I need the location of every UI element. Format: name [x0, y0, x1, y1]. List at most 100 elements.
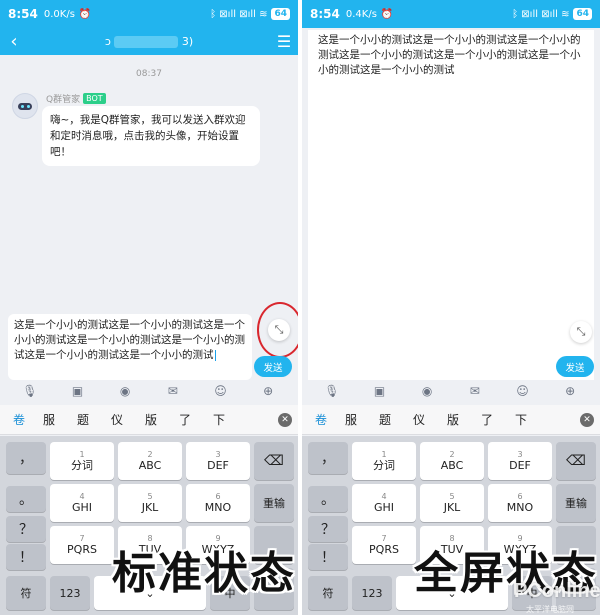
caption-standard: 标准状态 [112, 548, 296, 599]
status-speed: 0.0K/s [43, 8, 75, 20]
key-6[interactable]: 6 MNO [186, 484, 250, 522]
mic-icon[interactable]: 🎙 [21, 384, 39, 398]
bot-avatar[interactable] [12, 93, 38, 119]
key-5[interactable]: 5 JKL [420, 484, 484, 522]
key-comma[interactable]: ， [308, 442, 348, 474]
key-exclaim[interactable]: ！ [308, 544, 348, 570]
alarm-icon: ⏰ [380, 8, 394, 20]
reset-key[interactable]: 重输 [556, 484, 596, 522]
key-exclaim[interactable]: ！ [6, 544, 46, 570]
collapse-icon: ⤡ [576, 325, 586, 338]
number-key[interactable]: 123 [352, 576, 392, 610]
image-icon[interactable]: ▣ [68, 384, 86, 398]
emoji-icon[interactable]: ☺ [211, 384, 229, 398]
candidate-item[interactable]: 题 [66, 411, 100, 428]
watermark-subtitle: 太平洋电脑网 [526, 605, 574, 614]
sender-name: Q群管家 [46, 95, 81, 105]
candidate-first[interactable]: 卷 [308, 411, 334, 428]
camera-icon[interactable]: ◉ [116, 384, 134, 398]
send-button[interactable]: 发送 [254, 356, 292, 377]
message-bubble: 嗨~，我是Q群管家，我可以发送入群欢迎和定时消息哦，点击我的头像，开始设置吧！ [42, 106, 260, 166]
key-7[interactable]: 7 PQRS [50, 526, 114, 564]
comparison-screenshot: 8:54 0.0K/s ⏰ ᛒ ⊠ıll ⊠ıll ≋ 64 ‹ ɔ 3) ☰ … [0, 0, 600, 615]
key-3[interactable]: 3 DEF [186, 442, 250, 480]
back-icon[interactable]: ‹ [0, 31, 28, 52]
title-bar: ‹ ɔ 3) ☰ [0, 28, 298, 55]
candidate-item[interactable]: 仪 [100, 411, 134, 428]
chat-title: ɔ 3) [28, 35, 270, 48]
panel-fullscreen: 8:54 0.4K/s ⏰ ᛒ ⊠ıll ⊠ıll ≋ 64 这是一个小小的测试… [302, 0, 600, 615]
key-comma[interactable]: ， [6, 442, 46, 474]
close-icon[interactable]: ✕ [278, 412, 292, 427]
text-cursor [214, 349, 216, 361]
battery-icon: 64 [271, 8, 290, 20]
fullscreen-toggle-button[interactable]: ⤡ [268, 319, 290, 341]
input-area: 这是一个小小的测试这是一个小小的测试这是一个小小的测试这是一个小小的测试这是一个… [0, 310, 298, 380]
plus-icon[interactable]: ⊕ [259, 384, 277, 398]
message-input[interactable]: 这是一个小小的测试这是一个小小的测试这是一个小小的测试这是一个小小的测试这是一个… [8, 314, 252, 380]
input-toolbar: 🎙 ▣ ◉ ✉ ☺ ⊕ [0, 380, 298, 402]
collapse-toggle-button[interactable]: ⤡ [570, 321, 592, 343]
symbol-key[interactable]: 符 [308, 576, 348, 610]
key-question[interactable]: ？ [308, 516, 348, 542]
title-suffix: 3) [181, 35, 194, 48]
chat-area: 08:37 Q群管家 BOT 嗨~，我是Q群管家，我可以发送入群欢迎和定时消息哦… [0, 55, 298, 310]
title-prefix: ɔ [104, 35, 111, 48]
candidate-item[interactable]: 下 [504, 411, 538, 428]
panel-standard: 8:54 0.0K/s ⏰ ᛒ ⊠ıll ⊠ıll ≋ 64 ‹ ɔ 3) ☰ … [0, 0, 298, 615]
candidate-item[interactable]: 版 [134, 411, 168, 428]
battery-icon: 64 [573, 8, 592, 20]
message-time: 08:37 [136, 69, 162, 79]
key-6[interactable]: 6 MNO [488, 484, 552, 522]
key-1[interactable]: 1 分词 [352, 442, 416, 480]
status-time: 8:54 [8, 7, 38, 21]
status-bar: 8:54 0.0K/s ⏰ ᛒ ⊠ıll ⊠ıll ≋ 64 [0, 0, 298, 28]
backspace-key[interactable]: ⌫ [254, 442, 294, 480]
candidate-item[interactable]: 服 [334, 411, 368, 428]
signal-icons: ᛒ ⊠ıll ⊠ıll ≋ [512, 8, 570, 20]
candidate-item[interactable]: 题 [368, 411, 402, 428]
input-toolbar: 🎙 ▣ ◉ ✉ ☺ ⊕ [302, 380, 600, 402]
plus-icon[interactable]: ⊕ [561, 384, 579, 398]
candidate-item[interactable]: 了 [168, 411, 202, 428]
key-period[interactable]: 。 [6, 486, 46, 512]
key-7[interactable]: 7 PQRS [352, 526, 416, 564]
watermark-logo: PConline [514, 580, 600, 602]
key-1[interactable]: 1 分词 [50, 442, 114, 480]
key-5[interactable]: 5 JKL [118, 484, 182, 522]
title-blurred [114, 36, 179, 48]
candidate-item[interactable]: 下 [202, 411, 236, 428]
close-icon[interactable]: ✕ [580, 412, 594, 427]
fullscreen-message-input[interactable]: 这是一个小小的测试这是一个小小的测试这是一个小小的测试这是一个小小的测试这是一个… [308, 30, 594, 380]
candidate-bar: 卷 服 题 仪 版 了 下 ✕ [302, 405, 600, 435]
image-icon[interactable]: ▣ [370, 384, 388, 398]
status-bar: 8:54 0.4K/s ⏰ ᛒ ⊠ıll ⊠ıll ≋ 64 [302, 0, 600, 28]
input-text: 这是一个小小的测试这是一个小小的测试这是一个小小的测试这是一个小小的测试这是一个… [318, 34, 581, 76]
camera-icon[interactable]: ◉ [418, 384, 436, 398]
reset-key[interactable]: 重输 [254, 484, 294, 522]
symbol-key[interactable]: 符 [6, 576, 46, 610]
candidate-item[interactable]: 服 [32, 411, 66, 428]
key-question[interactable]: ？ [6, 516, 46, 542]
key-2[interactable]: 2 ABC [118, 442, 182, 480]
candidate-item[interactable]: 了 [470, 411, 504, 428]
robot-eye-icon [21, 105, 24, 108]
number-key[interactable]: 123 [50, 576, 90, 610]
send-button[interactable]: 发送 [556, 356, 594, 377]
red-packet-icon[interactable]: ✉ [164, 384, 182, 398]
red-packet-icon[interactable]: ✉ [466, 384, 484, 398]
alarm-icon: ⏰ [78, 8, 92, 20]
key-3[interactable]: 3 DEF [488, 442, 552, 480]
bot-badge: BOT [83, 93, 106, 104]
key-period[interactable]: 。 [308, 486, 348, 512]
candidate-first[interactable]: 卷 [6, 411, 32, 428]
key-4[interactable]: 4 GHI [50, 484, 114, 522]
candidate-item[interactable]: 仪 [402, 411, 436, 428]
candidate-item[interactable]: 版 [436, 411, 470, 428]
menu-icon[interactable]: ☰ [270, 32, 298, 51]
backspace-key[interactable]: ⌫ [556, 442, 596, 480]
key-2[interactable]: 2 ABC [420, 442, 484, 480]
mic-icon[interactable]: 🎙 [323, 384, 341, 398]
key-4[interactable]: 4 GHI [352, 484, 416, 522]
emoji-icon[interactable]: ☺ [513, 384, 531, 398]
